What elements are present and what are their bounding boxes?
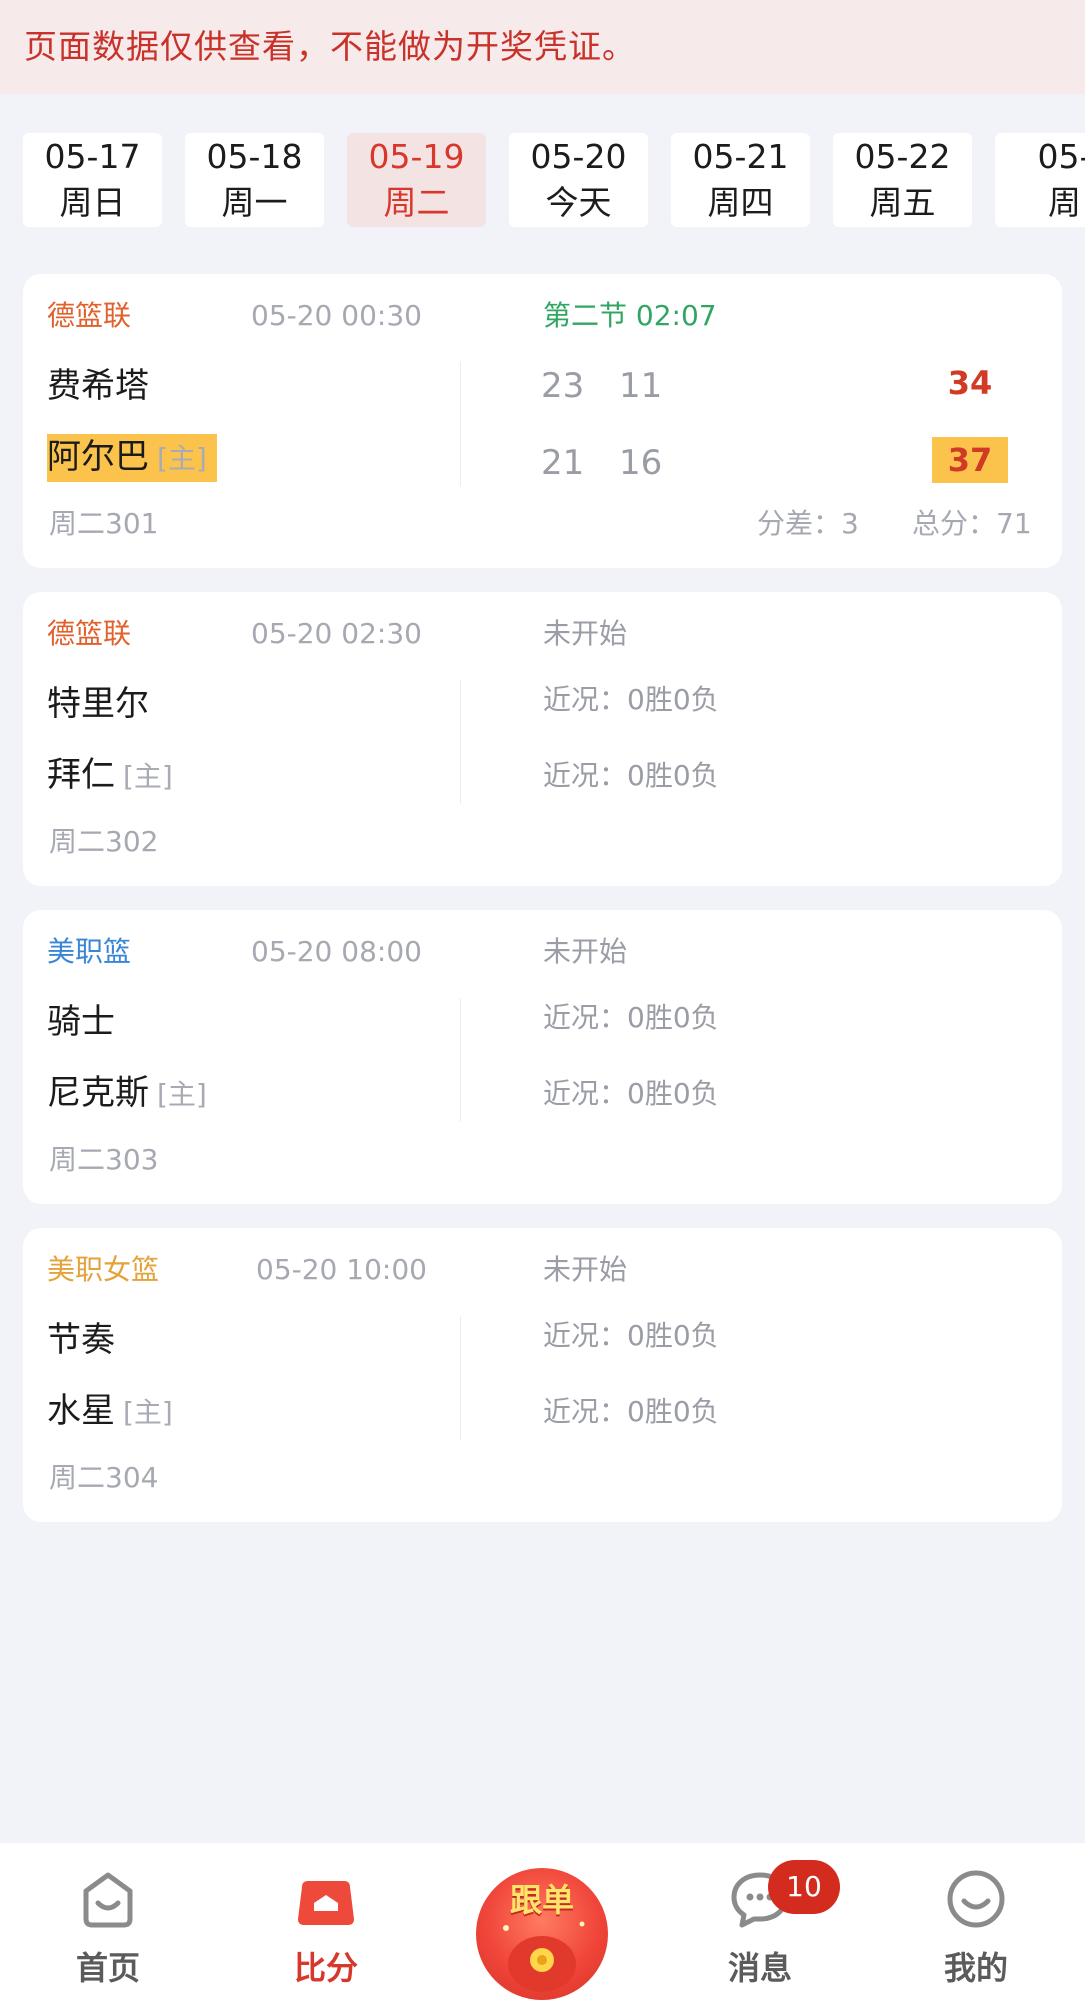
score-sum: 总分：71 xyxy=(912,507,1032,540)
home-tag: [主] xyxy=(157,442,207,475)
divider xyxy=(460,362,461,486)
divider xyxy=(460,998,461,1122)
away-q2-score: 11 xyxy=(619,366,663,406)
follow-order-button[interactable]: 跟单 xyxy=(476,1868,608,2000)
home-team-name: 水星 xyxy=(47,1391,115,1431)
away-team-name: 特里尔 xyxy=(47,684,149,724)
away-team: 骑士 xyxy=(47,999,115,1045)
home-team: 尼克斯 [主] xyxy=(47,1070,207,1118)
tab-messages-label: 消息 xyxy=(727,1949,792,1987)
away-record: 近况：0胜0负 xyxy=(543,683,719,716)
home-team-name: 阿尔巴 xyxy=(47,437,149,477)
day-label: 周 xyxy=(1048,183,1081,222)
match-code: 周二303 xyxy=(49,1143,159,1176)
date-label: 05-17 xyxy=(44,137,141,176)
day-label: 周二 xyxy=(383,183,450,222)
away-record: 近况：0胜0负 xyxy=(543,1319,719,1352)
scores-page: 页面数据仅供查看，不能做为开奖凭证。 05-17 周日 05-18 周一 05-… xyxy=(0,0,1085,2000)
match-time: 05-20 00:30 xyxy=(251,299,422,332)
home-icon xyxy=(83,1872,133,1928)
away-team: 特里尔 xyxy=(47,681,149,727)
divider xyxy=(460,1316,461,1440)
tab-mine-label: 我的 xyxy=(943,1949,1008,1987)
tab-mine[interactable]: 我的 xyxy=(886,1843,1066,2000)
home-record: 近况：0胜0负 xyxy=(543,1395,719,1428)
tab-home-label: 首页 xyxy=(75,1949,140,1987)
match-code: 周二304 xyxy=(49,1461,159,1494)
date-label: 05-22 xyxy=(854,137,951,176)
score-diff: 分差：3 xyxy=(757,507,859,540)
away-q1-score: 23 xyxy=(541,366,585,406)
match-card[interactable]: 美职女篮 05-20 10:00 未开始 节奏 水星 [主] 近况：0胜0负 近况… xyxy=(23,1228,1062,1522)
day-label: 周五 xyxy=(869,183,936,222)
home-tag: [主] xyxy=(157,1078,207,1111)
day-label: 周四 xyxy=(707,183,774,222)
scores-icon xyxy=(298,1881,354,1925)
match-status: 未开始 xyxy=(543,1253,628,1286)
tab-home[interactable]: 首页 xyxy=(18,1843,198,2000)
match-status: 第二节 02:07 xyxy=(543,299,717,332)
home-total-score: 37 xyxy=(932,437,1008,483)
away-team: 节奏 xyxy=(47,1317,115,1363)
home-team: 水星 [主] xyxy=(47,1388,173,1436)
match-time: 05-20 02:30 xyxy=(251,617,422,650)
day-label: 今天 xyxy=(545,183,612,222)
day-label: 周一 xyxy=(221,183,288,222)
profile-icon xyxy=(947,1870,1005,1928)
match-status: 未开始 xyxy=(543,935,628,968)
tab-scores-label: 比分 xyxy=(293,1949,358,1987)
home-q2-score: 16 xyxy=(619,443,663,483)
home-record: 近况：0胜0负 xyxy=(543,759,719,792)
away-team-name: 节奏 xyxy=(47,1320,115,1360)
date-selector[interactable]: 05-17 周日 05-18 周一 05-19 周二 05-20 今天 05-2… xyxy=(0,133,1085,227)
match-time: 05-20 08:00 xyxy=(251,935,422,968)
messages-badge: 10 xyxy=(768,1860,840,1914)
date-label: 05- xyxy=(1037,137,1085,176)
date-tab-0521[interactable]: 05-21 周四 xyxy=(671,133,810,227)
match-card[interactable]: 德篮联 05-20 00:30 第二节 02:07 费希塔 阿尔巴 [主] 23 … xyxy=(23,274,1062,568)
date-tab-0517[interactable]: 05-17 周日 xyxy=(23,133,162,227)
home-team-name: 拜仁 xyxy=(47,755,115,795)
day-label: 周日 xyxy=(59,183,126,222)
match-card[interactable]: 德篮联 05-20 02:30 未开始 特里尔 拜仁 [主] 近况：0胜0负 近况… xyxy=(23,592,1062,886)
home-record: 近况：0胜0负 xyxy=(543,1077,719,1110)
date-tab-next[interactable]: 05- 周 xyxy=(995,133,1085,227)
match-code: 周二302 xyxy=(49,825,159,858)
tab-scores[interactable]: 比分 xyxy=(236,1843,416,2000)
divider xyxy=(460,680,461,804)
league-name: 美职篮 xyxy=(47,935,132,968)
away-team-name: 骑士 xyxy=(47,1002,115,1042)
match-card[interactable]: 美职篮 05-20 08:00 未开始 骑士 尼克斯 [主] 近况：0胜0负 近况… xyxy=(23,910,1062,1204)
notice-banner: 页面数据仅供查看，不能做为开奖凭证。 xyxy=(0,0,1085,94)
date-tab-0519[interactable]: 05-19 周二 xyxy=(347,133,486,227)
match-status: 未开始 xyxy=(543,617,628,650)
follow-order-label: 跟单 xyxy=(509,1881,574,1919)
date-label: 05-18 xyxy=(206,137,303,176)
date-label: 05-19 xyxy=(368,137,465,176)
match-code: 周二301 xyxy=(49,507,159,540)
away-record: 近况：0胜0负 xyxy=(543,1001,719,1034)
home-team: 拜仁 [主] xyxy=(47,752,173,800)
league-name: 德篮联 xyxy=(47,299,132,332)
match-time: 05-20 10:00 xyxy=(256,1253,427,1286)
league-name: 美职女篮 xyxy=(47,1253,160,1286)
date-tab-0520[interactable]: 05-20 今天 xyxy=(509,133,648,227)
date-label: 05-20 xyxy=(530,137,627,176)
home-tag: [主] xyxy=(123,760,173,793)
away-team-name: 费希塔 xyxy=(47,366,149,406)
away-total-score: 34 xyxy=(947,364,993,402)
home-q1-score: 21 xyxy=(541,443,585,483)
home-team: 阿尔巴 [主] xyxy=(47,434,217,482)
date-label: 05-21 xyxy=(692,137,789,176)
league-name: 德篮联 xyxy=(47,617,132,650)
home-team-name: 尼克斯 xyxy=(47,1073,149,1113)
date-tab-0522[interactable]: 05-22 周五 xyxy=(833,133,972,227)
date-tab-0518[interactable]: 05-18 周一 xyxy=(185,133,324,227)
away-team: 费希塔 xyxy=(47,363,149,409)
home-tag: [主] xyxy=(123,1396,173,1429)
